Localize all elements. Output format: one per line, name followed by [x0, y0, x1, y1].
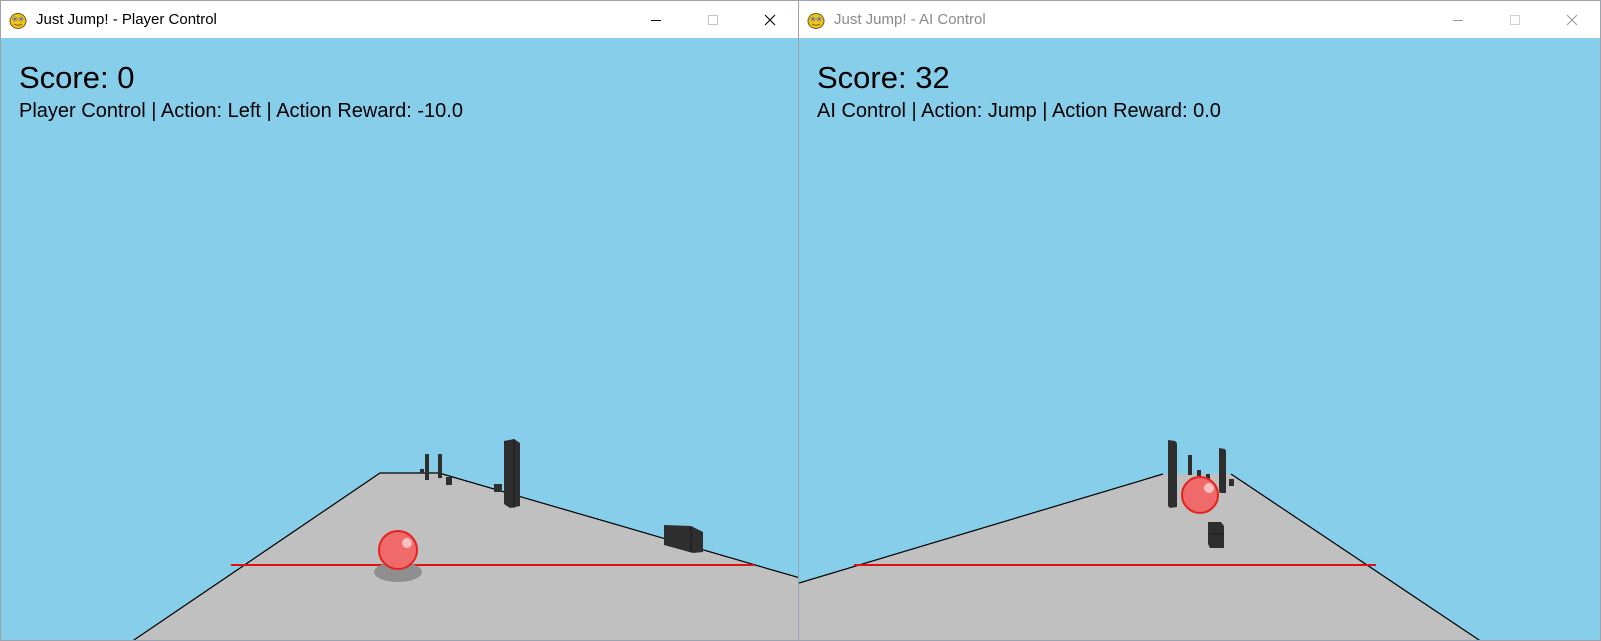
obstacle: [1188, 455, 1192, 475]
ai-ball: [1181, 476, 1219, 514]
title-bar[interactable]: Just Jump! - AI Control: [799, 1, 1600, 38]
title-bar[interactable]: Just Jump! - Player Control: [1, 1, 798, 38]
ground-plane: [799, 474, 1480, 640]
obstacle-tall: [504, 439, 520, 508]
maximize-button[interactable]: [1486, 1, 1543, 38]
minimize-icon: [650, 19, 661, 21]
close-button[interactable]: [741, 1, 798, 38]
obstacle: [446, 477, 452, 485]
player-ball: [378, 530, 418, 570]
pygame-snake-icon: [8, 10, 28, 30]
obstacle-block: [1208, 522, 1224, 548]
close-icon: [1566, 14, 1577, 25]
maximize-icon: [707, 14, 718, 25]
obstacle-tall: [1168, 440, 1177, 508]
obstacle: [1229, 479, 1234, 486]
close-icon: [764, 14, 775, 25]
maximize-icon: [1509, 14, 1520, 25]
score-label: Score: 32: [817, 60, 950, 95]
game-scene: [799, 440, 1481, 640]
status-label: Player Control | Action: Left | Action R…: [19, 100, 463, 122]
player-control-window[interactable]: Just Jump! - Player Control Score: 0 Pla…: [0, 0, 799, 641]
pygame-snake-icon: [806, 10, 826, 30]
window-title: Just Jump! - AI Control: [834, 11, 986, 28]
obstacle: [420, 469, 424, 473]
ai-control-window[interactable]: Just Jump! - AI Control Score: 32 AI Con…: [798, 0, 1601, 641]
close-button[interactable]: [1543, 1, 1600, 38]
minimize-button[interactable]: [627, 1, 684, 38]
ground-plane: [133, 473, 798, 640]
minimize-button[interactable]: [1429, 1, 1486, 38]
score-label: Score: 0: [19, 60, 135, 95]
game-viewport[interactable]: Score: 32 AI Control | Action: Jump | Ac…: [799, 38, 1600, 640]
obstacle: [494, 484, 502, 492]
minimize-icon: [1452, 19, 1463, 21]
obstacle-tall: [1219, 448, 1226, 493]
obstacle: [1197, 470, 1201, 476]
game-scene: [132, 439, 798, 640]
game-viewport[interactable]: Score: 0 Player Control | Action: Left |…: [1, 38, 798, 640]
obstacle: [438, 454, 442, 478]
obstacle: [425, 454, 429, 480]
ball-highlight: [402, 538, 412, 548]
ball-highlight: [1204, 483, 1214, 493]
status-label: AI Control | Action: Jump | Action Rewar…: [817, 100, 1221, 122]
maximize-button[interactable]: [684, 1, 741, 38]
window-title: Just Jump! - Player Control: [36, 11, 217, 28]
